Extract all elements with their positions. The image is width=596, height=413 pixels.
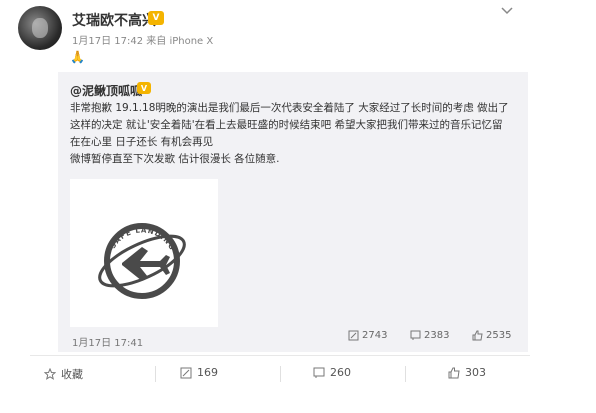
favorite-label: 收藏 (61, 368, 83, 381)
repost-image[interactable]: SAFE LANDING (70, 179, 218, 327)
like-count: 2535 (486, 330, 512, 341)
divider (155, 366, 156, 382)
safe-landing-logo: SAFE LANDING (98, 223, 186, 299)
favorite-button[interactable]: 收藏 (44, 366, 83, 382)
repost-icon (180, 367, 192, 378)
repost-button[interactable]: 169 (180, 366, 218, 379)
divider (405, 366, 406, 382)
like-count: 303 (465, 366, 486, 379)
comment-count: 2383 (424, 330, 450, 341)
repost-text: 非常抱歉 19.1.18明晚的演出是我们最后一次代表安全着陆了 大家经过了长时间… (70, 100, 520, 168)
post-footer-actions: 收藏 169 260 303 (30, 355, 530, 392)
repost-author[interactable]: @泥鳅顶呱呱 (70, 82, 142, 99)
like-button[interactable]: 303 (448, 366, 486, 379)
repost-repost-button[interactable]: 2743 (348, 330, 387, 341)
chevron-down-icon[interactable] (500, 4, 514, 18)
repost-like-button[interactable]: 2535 (472, 330, 511, 341)
repost-text-line: 非常抱歉 19.1.18明晚的演出是我们最后一次代表安全着陆了 大家经过了长时间… (70, 102, 509, 114)
comment-count: 260 (330, 366, 351, 379)
repost-time[interactable]: 1月17日 17:41 (72, 334, 143, 349)
vip-badge-icon: V (137, 82, 151, 94)
repost-text-line: 在在心里 日子还长 有机会再见 (70, 136, 214, 148)
repost-icon (348, 330, 359, 341)
repost-text-line: 这样的决定 就让'安全着陆'在看上去最旺盛的时候结束吧 希望大家把我们带来过的音… (70, 119, 503, 131)
repost-comment-button[interactable]: 2383 (410, 330, 449, 341)
vip-badge-icon: V (148, 11, 164, 25)
repost-panel: @泥鳅顶呱呱 V 非常抱歉 19.1.18明晚的演出是我们最后一次代表安全着陆了… (58, 72, 528, 352)
post-meta: 1月17日 17:42 来自 iPhone X (72, 36, 214, 47)
comment-icon (410, 330, 421, 340)
comment-button[interactable]: 260 (313, 366, 351, 379)
repost-actions: 2743 2383 2535 (348, 330, 523, 348)
username[interactable]: 艾瑞欧不高兴 (72, 10, 156, 30)
post-content-emoji: 🙏 (70, 50, 85, 64)
repost-text-line: 微博暂停直至下次发歌 估计很漫长 各位随意. (70, 153, 280, 165)
divider (280, 366, 281, 382)
comment-icon (313, 367, 325, 378)
repost-count: 2743 (362, 330, 388, 341)
avatar[interactable] (18, 6, 62, 50)
star-icon (44, 368, 56, 380)
thumbs-up-icon (448, 367, 460, 378)
thumbs-up-icon (472, 330, 483, 341)
post-header: 艾瑞欧不高兴 V 1月17日 17:42 来自 iPhone X 🙏 (0, 0, 596, 72)
repost-count: 169 (197, 366, 218, 379)
